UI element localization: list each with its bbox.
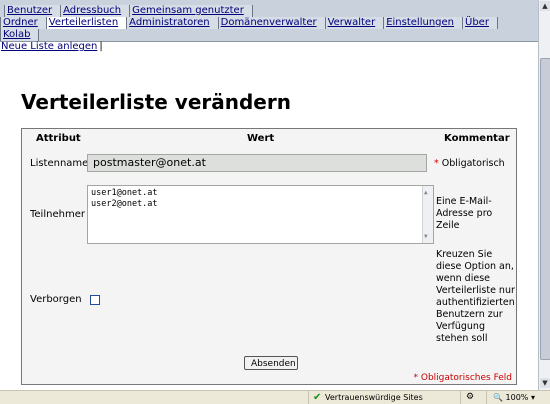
column-header-value: Wert (247, 133, 275, 144)
required-star: * (434, 158, 439, 169)
status-message-cell (0, 391, 308, 404)
scroll-down-icon[interactable]: ▼ (540, 378, 550, 388)
tab-ordner[interactable]: Ordner (0, 17, 47, 29)
members-label: Teilnehmer (30, 209, 85, 220)
new-list-link[interactable]: Neue Liste anlegen (0, 41, 97, 52)
security-zone: ✔ Vertrauenswürdige Sites (308, 391, 433, 404)
hidden-label: Verborgen (30, 294, 82, 305)
members-comment: Eine E-Mail-Adresse pro Zeile (436, 196, 493, 231)
zoom-level: 100% (505, 393, 529, 402)
tab-verteilerlisten[interactable]: Verteilerlisten (45, 17, 128, 29)
page-scrollbar[interactable]: ▲ ▼ (538, 0, 550, 390)
tab-domaenenverwalter[interactable]: Domänenverwalter (217, 17, 326, 29)
scroll-up-icon[interactable]: ▲ (540, 1, 550, 11)
required-star: * (413, 373, 419, 383)
required-note-text: Obligatorisches Feld (420, 373, 512, 383)
listname-comment: * Obligatorisch (434, 158, 505, 170)
hidden-checkbox[interactable] (90, 295, 100, 305)
zoom-icon[interactable]: 🔍 (493, 393, 503, 402)
tab-verwalter[interactable]: Verwalter (324, 17, 385, 29)
nav-row-2: Ordner Verteilerlisten Administratoren Domä… (0, 17, 498, 29)
nav-row-3: Kolab (0, 29, 40, 41)
edit-list-form: Attribut Wert Kommentar Listenname postm… (21, 128, 517, 385)
column-header-comment: Kommentar (444, 133, 510, 144)
top-navigation: Benutzer Adressbuch Gemeinsam genutzter Or… (0, 0, 538, 42)
listname-comment-text: Obligatorisch (441, 158, 505, 169)
member-line: user1@onet.at (91, 188, 158, 198)
tab-gemeinsam-genutzter[interactable]: Gemeinsam genutzter (129, 5, 253, 17)
zoom-control[interactable]: 🔍 100% ▾ (486, 391, 550, 404)
listname-field[interactable]: postmaster@onet.at (87, 154, 427, 172)
required-note: * Obligatorisches Feld (414, 373, 513, 383)
check-icon: ✔ (313, 392, 322, 403)
tab-benutzer[interactable]: Benutzer (4, 5, 62, 17)
security-zone-label: Vertrauenswürdige Sites (325, 393, 423, 402)
tab-kolab[interactable]: Kolab (0, 29, 40, 41)
tab-einstellungen[interactable]: Einstellungen (383, 17, 463, 29)
scroll-up-icon[interactable]: ▲ (424, 187, 428, 198)
status-bar: ✔ Vertrauenswürdige Sites ⚙ 🔍 100% ▾ (0, 390, 550, 404)
page-title: Verteilerliste verändern (21, 90, 291, 114)
chevron-down-icon[interactable]: ▾ (531, 393, 535, 402)
member-line: user2@onet.at (91, 199, 158, 209)
column-header-attribute: Attribut (36, 133, 81, 144)
tab-administratoren[interactable]: Administratoren (126, 17, 219, 29)
hidden-comment: Kreuzen Sie diese Option an, wenn diese … (436, 249, 515, 344)
tab-ueber[interactable]: Über (462, 17, 498, 29)
scroll-thumb[interactable] (540, 58, 550, 360)
subnav-separator: | (99, 41, 103, 52)
members-scrollbar[interactable]: ▲ ▼ (422, 186, 433, 243)
scroll-down-icon[interactable]: ▼ (424, 231, 428, 242)
listname-label: Listenname (30, 158, 89, 169)
tab-adressbuch[interactable]: Adressbuch (60, 5, 131, 17)
submit-button[interactable]: Absenden (244, 356, 298, 370)
settings-icon[interactable]: ⚙ (466, 391, 474, 404)
sub-navigation: Neue Liste anlegen | (0, 41, 103, 53)
protected-mode-cell[interactable]: ⚙ (460, 391, 485, 404)
members-textarea[interactable]: user1@onet.at user2@onet.at ▲ ▼ (87, 185, 434, 244)
nav-row-1: Benutzer Adressbuch Gemeinsam genutzter (0, 5, 253, 17)
